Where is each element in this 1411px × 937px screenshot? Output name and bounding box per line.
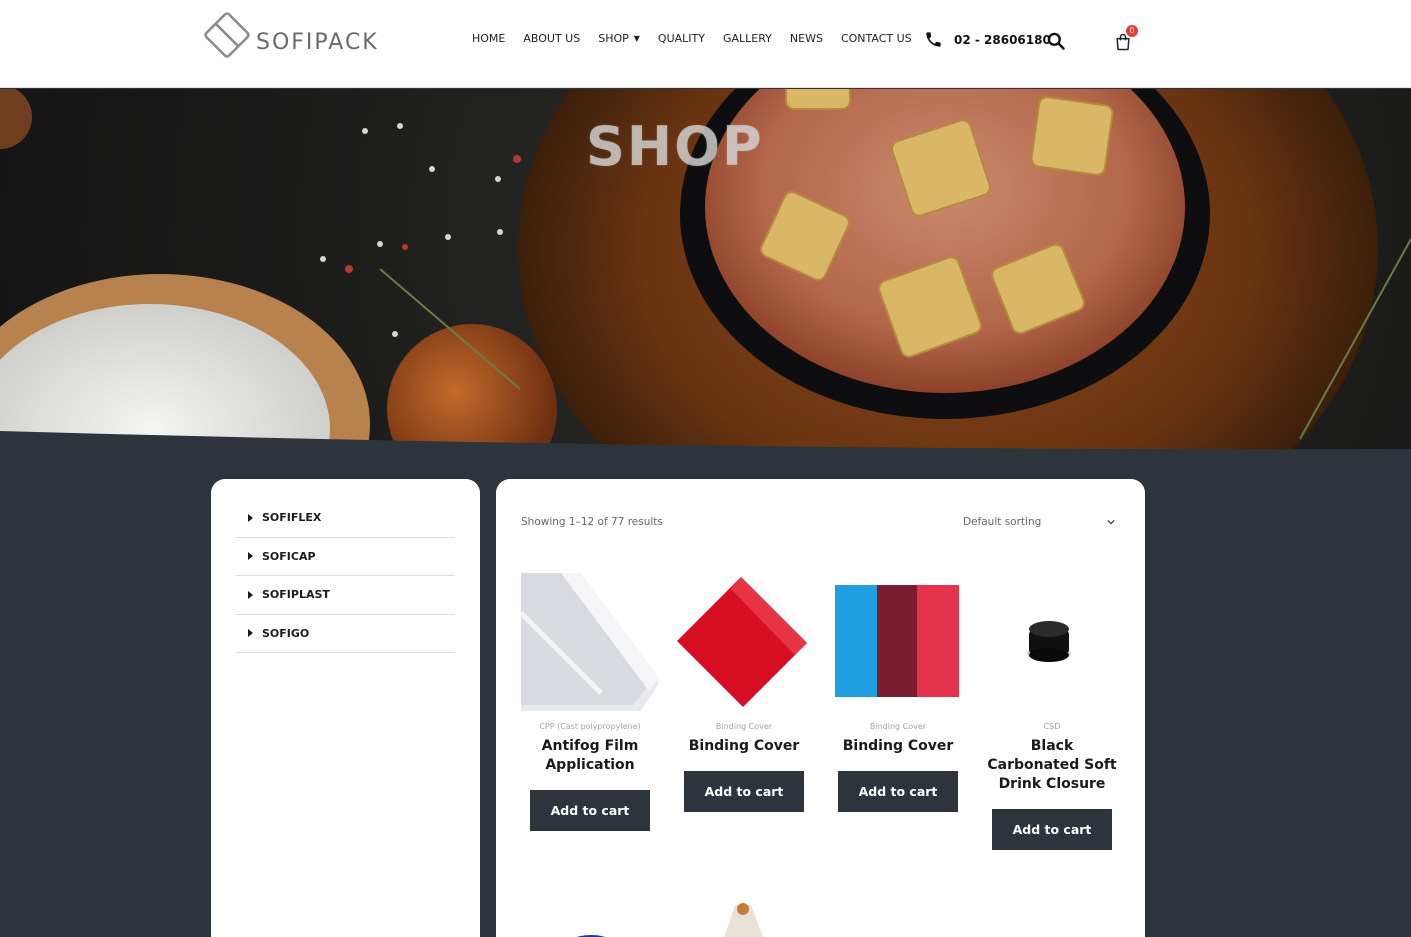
product-name[interactable]: Binding Cover [675, 737, 813, 756]
category-label: SOFICAP [262, 549, 316, 563]
add-to-cart-button[interactable]: Add to cart [684, 771, 804, 812]
product-card [675, 887, 813, 937]
product-image-red-binding-sheet[interactable] [675, 573, 813, 711]
caret-right-icon [248, 590, 253, 599]
product-card: Binding Cover Binding Cover Add to cart [829, 573, 967, 812]
product-image-clear-film-roll[interactable] [521, 573, 659, 711]
category-soficap[interactable]: SOFICAP [236, 538, 455, 576]
category-label: SOFIFLEX [262, 511, 322, 525]
product-grid-panel: Showing 1–12 of 77 results Default sorti… [496, 479, 1145, 937]
product-card: CPP (Cast polypropylene) Antifog Film Ap… [521, 573, 659, 831]
nav-shop[interactable]: SHOP ▼ [598, 32, 640, 45]
add-to-cart-button[interactable]: Add to cart [838, 771, 958, 812]
product-name[interactable]: Binding Cover [829, 737, 967, 756]
product-category: Binding Cover [869, 722, 927, 731]
category-sofiflex[interactable]: SOFIFLEX [236, 499, 455, 538]
category-sofigo[interactable]: SOFIGO [236, 615, 455, 653]
logo-mark-icon [204, 12, 250, 58]
product-category: Binding Cover [715, 722, 773, 731]
hero-banner: SHOP [0, 89, 1411, 451]
product-name[interactable]: Antifog Film Application [521, 737, 659, 775]
phone-icon [926, 32, 941, 47]
product-image-black-bottle-cap[interactable] [983, 573, 1121, 711]
phone-link[interactable]: 02 - 28606180 [924, 30, 1051, 49]
product-image-blue-red-binding-sheets[interactable] [829, 573, 967, 711]
product-card: CSD Black Carbonated Soft Drink Closure … [983, 573, 1121, 850]
logo-text: SOFIPACK [256, 29, 379, 55]
product-image-bread-bag[interactable] [675, 887, 813, 937]
chevron-down-icon [1107, 519, 1115, 525]
result-count: Showing 1–12 of 77 results [521, 516, 663, 528]
logo[interactable]: SOFIPACK [202, 8, 387, 62]
caret-right-icon [248, 552, 253, 561]
product-card: Binding Cover Binding Cover Add to cart [675, 573, 813, 812]
category-sofiplast[interactable]: SOFIPLAST [236, 576, 455, 615]
caret-right-icon [248, 513, 253, 522]
product-card [521, 887, 659, 937]
page-title: SHOP [586, 115, 764, 178]
caret-down-icon: ▼ [633, 34, 640, 43]
hero-divider-curve [0, 431, 1411, 453]
cart-count-badge: 0 [1126, 25, 1138, 37]
search-icon[interactable] [1046, 31, 1066, 51]
category-sidebar: SOFIFLEX SOFICAP SOFIPLAST SOFIGO [211, 479, 480, 937]
category-label: SOFIPLAST [262, 588, 330, 602]
caret-right-icon [248, 629, 253, 638]
add-to-cart-button[interactable]: Add to cart [992, 809, 1112, 850]
add-to-cart-button[interactable]: Add to cart [530, 790, 650, 831]
phone-number: 02 - 28606180 [954, 32, 1051, 47]
product-category: CSD [1043, 722, 1061, 731]
nav-about-us[interactable]: ABOUT US [523, 32, 580, 45]
nav-shop-label: SHOP [598, 32, 629, 45]
main-nav: HOME ABOUT US SHOP ▼ QUALITY GALLERY NEW… [472, 32, 930, 45]
product-category: CPP (Cast polypropylene) [539, 722, 641, 731]
site-header: SOFIPACK HOME ABOUT US SHOP ▼ QUALITY GA… [0, 0, 1411, 88]
product-name[interactable]: Black Carbonated Soft Drink Closure [983, 737, 1121, 794]
product-image-blue-lid[interactable] [521, 887, 659, 937]
nav-gallery[interactable]: GALLERY [723, 32, 772, 45]
category-label: SOFIGO [262, 626, 310, 640]
sorting-select[interactable]: Default sorting [963, 516, 1119, 534]
nav-home[interactable]: HOME [472, 32, 505, 45]
sorting-value: Default sorting [963, 516, 1042, 528]
nav-contact-us[interactable]: CONTACT US [841, 32, 912, 45]
nav-news[interactable]: NEWS [790, 32, 823, 45]
nav-quality[interactable]: QUALITY [658, 32, 705, 45]
